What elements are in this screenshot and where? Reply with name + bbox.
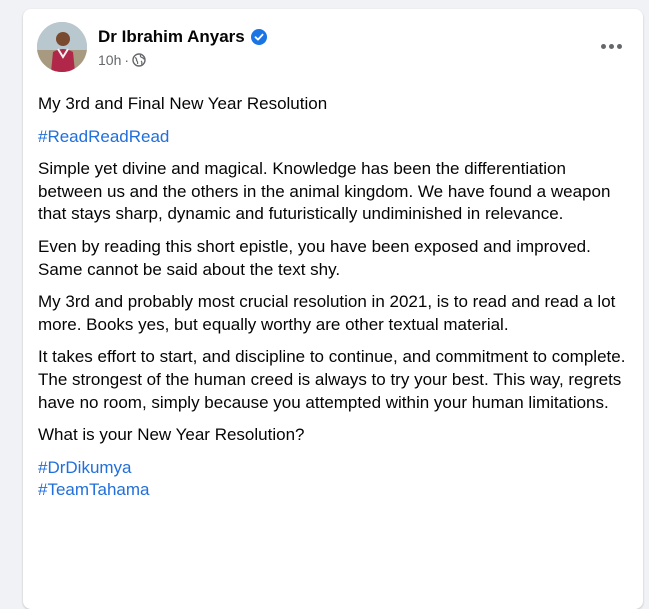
post-paragraph: My 3rd and Final New Year Resolution bbox=[38, 94, 328, 113]
author-avatar[interactable] bbox=[37, 22, 87, 72]
hashtag-link[interactable]: #DrDikumya bbox=[38, 457, 628, 480]
post-paragraph: What is your New Year Resolution? bbox=[38, 425, 305, 445]
author-line: Dr Ibrahim Anyars bbox=[98, 27, 267, 47]
author-name[interactable]: Dr Ibrahim Anyars bbox=[98, 27, 245, 47]
post-paragraph: Even by reading this short epistle, you … bbox=[38, 236, 591, 279]
post-card: Dr Ibrahim Anyars 10h · My 3rd and Final… bbox=[23, 9, 643, 609]
post-paragraph: It takes effort to start, and discipline… bbox=[38, 347, 626, 412]
post-body: My 3rd and Final New Year Resolution #Re… bbox=[38, 93, 628, 512]
globe-icon[interactable] bbox=[132, 53, 146, 67]
post-paragraph: Simple yet divine and magical. Knowledge… bbox=[38, 159, 611, 224]
verified-badge-icon bbox=[250, 29, 267, 45]
post-meta: 10h · bbox=[98, 52, 146, 68]
avatar-photo bbox=[37, 22, 87, 72]
more-dot bbox=[608, 43, 614, 49]
post-paragraph: My 3rd and probably most crucial resolut… bbox=[38, 292, 616, 334]
more-dot bbox=[616, 43, 622, 49]
post-timestamp[interactable]: 10h bbox=[98, 52, 121, 68]
post-header: Dr Ibrahim Anyars 10h · bbox=[37, 22, 629, 72]
meta-separator: · bbox=[124, 52, 130, 68]
more-options-button[interactable] bbox=[593, 28, 629, 64]
hashtag-paragraph: #ReadReadRead bbox=[38, 126, 628, 149]
hashtags-paragraph: #DrDikumya #TeamTahama bbox=[38, 457, 628, 502]
more-dot bbox=[600, 43, 606, 49]
hashtag-link[interactable]: #TeamTahama bbox=[38, 479, 628, 502]
hashtag-link[interactable]: #ReadReadRead bbox=[38, 126, 628, 149]
